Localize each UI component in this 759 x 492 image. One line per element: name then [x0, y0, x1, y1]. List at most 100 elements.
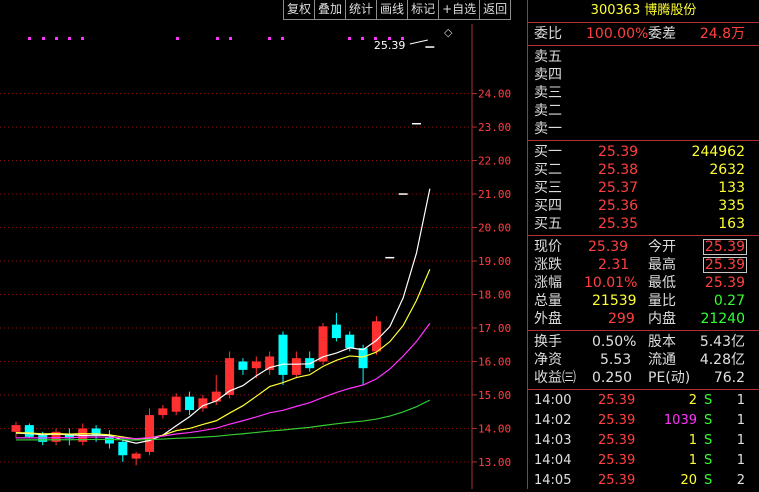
signal-marker — [361, 37, 364, 40]
signal-marker — [81, 37, 84, 40]
ratio-label: 委比 — [534, 26, 562, 42]
tick-row: 14:04 25.39 1 S 1 — [528, 452, 759, 472]
chart-toolbar: 复权 叠加 统计 画线 标记 +自选 返回 — [283, 0, 512, 20]
candle-body — [198, 398, 208, 409]
candle-body — [251, 361, 261, 369]
total-volume: 21539 — [592, 293, 637, 309]
stat-row: 外盘 299 内盘 21240 — [528, 310, 759, 328]
kline-chart[interactable]: 24.00 23.00 22.00 21.00 20.00 19.00 18.00 17.00… — [0, 0, 527, 489]
buy-volume: 244962 — [691, 144, 745, 160]
price-tick-label: 23.00 — [478, 121, 511, 134]
buy-row[interactable]: 买三 25.37 133 — [528, 179, 759, 197]
price-tick-label: 16.00 — [478, 355, 511, 368]
price-tick-label: 18.00 — [478, 289, 511, 302]
tick-count: 2 — [736, 473, 745, 488]
statistics-button[interactable]: 统计 — [345, 0, 377, 20]
tick-side: S — [704, 473, 713, 488]
price-tick-label: 14.00 — [478, 422, 511, 435]
price-tick-label: 13.00 — [478, 456, 511, 469]
tick-time: 14:04 — [534, 453, 572, 468]
tick-row: 14:05 25.39 20 S 2 — [528, 472, 759, 492]
buy-price: 25.36 — [598, 198, 639, 214]
draw-line-button[interactable]: 画线 — [376, 0, 408, 20]
diff-value: 24.8万 — [699, 26, 745, 42]
eps: 0.250 — [592, 370, 633, 386]
fundamentals: 换手 0.50% 股本 5.43亿 净资 5.53 流通 4.28亿 收益㈢ 0.250 PE(… — [528, 331, 759, 387]
fuquan-button[interactable]: 复权 — [283, 0, 315, 20]
tick-side: S — [704, 453, 713, 468]
candle-body — [24, 425, 34, 437]
change-percent: 10.01% — [584, 275, 638, 291]
tick-count: 1 — [736, 413, 745, 428]
buy-row[interactable]: 买五 25.35 163 — [528, 215, 759, 233]
stat-label: 现价 — [534, 239, 562, 255]
buy-price: 25.35 — [598, 216, 639, 232]
back-button[interactable]: 返回 — [479, 0, 512, 20]
buy-row[interactable]: 买一 25.39 244962 — [528, 143, 759, 161]
sell-row[interactable]: 卖四 — [528, 66, 759, 84]
add-watchlist-button[interactable]: +自选 — [438, 0, 480, 20]
signal-marker — [268, 37, 271, 40]
sell-book: 卖五 卖四 卖三 卖二 卖一 — [528, 46, 759, 138]
sell-label: 卖一 — [534, 121, 562, 137]
signal-marker — [229, 37, 232, 40]
buy-volume: 2632 — [709, 162, 745, 178]
price-tick-label: 17.00 — [478, 322, 511, 335]
candle-body — [118, 441, 128, 456]
tick-list[interactable]: 14:00 25.39 2 S 1 14:02 25.39 1039 S 1 14:03 25.3… — [528, 390, 759, 492]
current-price: 25.39 — [588, 239, 629, 255]
tick-count: 1 — [736, 393, 745, 408]
sell-row[interactable]: 卖五 — [528, 48, 759, 66]
turnover: 0.50% — [592, 334, 637, 350]
price-tick-label: 20.00 — [478, 222, 511, 235]
outer-volume: 299 — [608, 311, 635, 327]
tick-time: 14:05 — [534, 473, 572, 488]
tick-side: S — [704, 433, 713, 448]
stat-label: 量比 — [648, 293, 676, 309]
tick-row: 14:03 25.39 1 S 1 — [528, 432, 759, 452]
ma20-line — [15, 323, 431, 440]
tick-side: S — [704, 413, 713, 428]
price-tick-label: 19.00 — [478, 255, 511, 268]
kline-svg[interactable]: 24.00 23.00 22.00 21.00 20.00 19.00 18.00 17.00… — [0, 0, 527, 489]
fund-row: 收益㈢ 0.250 PE(动) 76.2 — [528, 369, 759, 387]
tick-volume: 2 — [688, 393, 697, 408]
candle-body — [345, 334, 355, 349]
buy-label: 买二 — [534, 162, 562, 178]
stat-label: 涨幅 — [534, 275, 562, 291]
price-tick-label: 22.00 — [478, 155, 511, 168]
candle-body — [145, 415, 154, 452]
mark-button[interactable]: 标记 — [407, 0, 439, 20]
stock-code: 300363 — [590, 3, 641, 18]
buy-row[interactable]: 买二 25.38 2632 — [528, 161, 759, 179]
buy-price: 25.38 — [598, 162, 639, 178]
signal-marker — [42, 37, 45, 40]
fund-label: 股本 — [648, 334, 676, 350]
signal-marker — [28, 37, 31, 40]
signal-marker — [348, 37, 351, 40]
stat-label: 涨跌 — [534, 257, 562, 273]
stat-row: 涨跌 2.31 最高 25.39 — [528, 256, 759, 274]
buy-volume: 335 — [718, 198, 745, 214]
sell-row[interactable]: 卖二 — [528, 102, 759, 120]
max-price-arrow — [409, 39, 428, 45]
stock-header[interactable]: 300363 博腾股份 — [528, 0, 759, 23]
price-tick-label: 15.00 — [478, 389, 511, 402]
sell-row[interactable]: 卖一 — [528, 120, 759, 138]
overlay-button[interactable]: 叠加 — [314, 0, 346, 20]
quote-stats: 现价 25.39 今开 25.39 涨跌 2.31 最高 25.39 涨幅 10.01% 最低 2… — [528, 236, 759, 328]
candle-body — [291, 358, 301, 375]
candle-body — [171, 396, 181, 412]
buy-row[interactable]: 买四 25.36 335 — [528, 197, 759, 215]
tick-volume: 20 — [680, 473, 697, 488]
ma5-line — [15, 188, 431, 444]
sell-row[interactable]: 卖三 — [528, 84, 759, 102]
fund-label: 换手 — [534, 334, 562, 350]
max-price-label: 25.39 — [374, 39, 406, 52]
tick-row: 14:00 25.39 2 S 1 — [528, 392, 759, 412]
tick-price: 25.39 — [598, 393, 636, 408]
price-tick-label: 24.00 — [478, 88, 511, 101]
candle-body — [358, 348, 368, 369]
signal-marker — [68, 37, 71, 40]
stat-label: 最低 — [648, 275, 676, 291]
